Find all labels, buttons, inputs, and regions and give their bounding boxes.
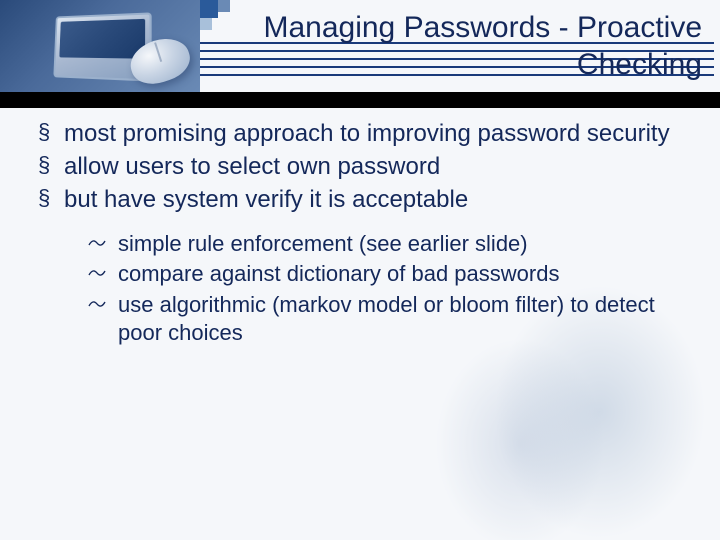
slide-content: most promising approach to improving pas… (0, 96, 720, 348)
sub-bullet-list: simple rule enforcement (see earlier sli… (88, 230, 690, 348)
sub-bullet-text: simple rule enforcement (see earlier sli… (118, 231, 528, 256)
bullet-text: most promising approach to improving pas… (64, 120, 670, 147)
slide-title: Managing Passwords - Proactive Checking (200, 9, 702, 84)
bullet-item: allow users to select own password (38, 151, 690, 182)
sub-bullet-item: compare against dictionary of bad passwo… (88, 260, 690, 289)
bullet-text: but have system verify it is acceptable (64, 186, 468, 213)
swoosh-icon (88, 266, 106, 280)
bullet-item: most promising approach to improving pas… (38, 118, 690, 149)
header-decorative-image (0, 0, 200, 92)
swoosh-icon (88, 236, 106, 250)
bullet-text: allow users to select own password (64, 153, 440, 180)
sub-bullet-text: use algorithmic (markov model or bloom f… (118, 292, 655, 346)
header-divider-bar (0, 92, 720, 108)
main-bullet-list: most promising approach to improving pas… (38, 118, 690, 348)
slide-header: Managing Passwords - Proactive Checking (0, 0, 720, 96)
sub-bullet-item: simple rule enforcement (see earlier sli… (88, 230, 690, 259)
sub-bullet-item: use algorithmic (markov model or bloom f… (88, 291, 690, 348)
title-area: Managing Passwords - Proactive Checking (200, 0, 720, 92)
sub-bullet-text: compare against dictionary of bad passwo… (118, 261, 559, 286)
bullet-item: but have system verify it is acceptable … (38, 184, 690, 348)
swoosh-icon (88, 297, 106, 311)
